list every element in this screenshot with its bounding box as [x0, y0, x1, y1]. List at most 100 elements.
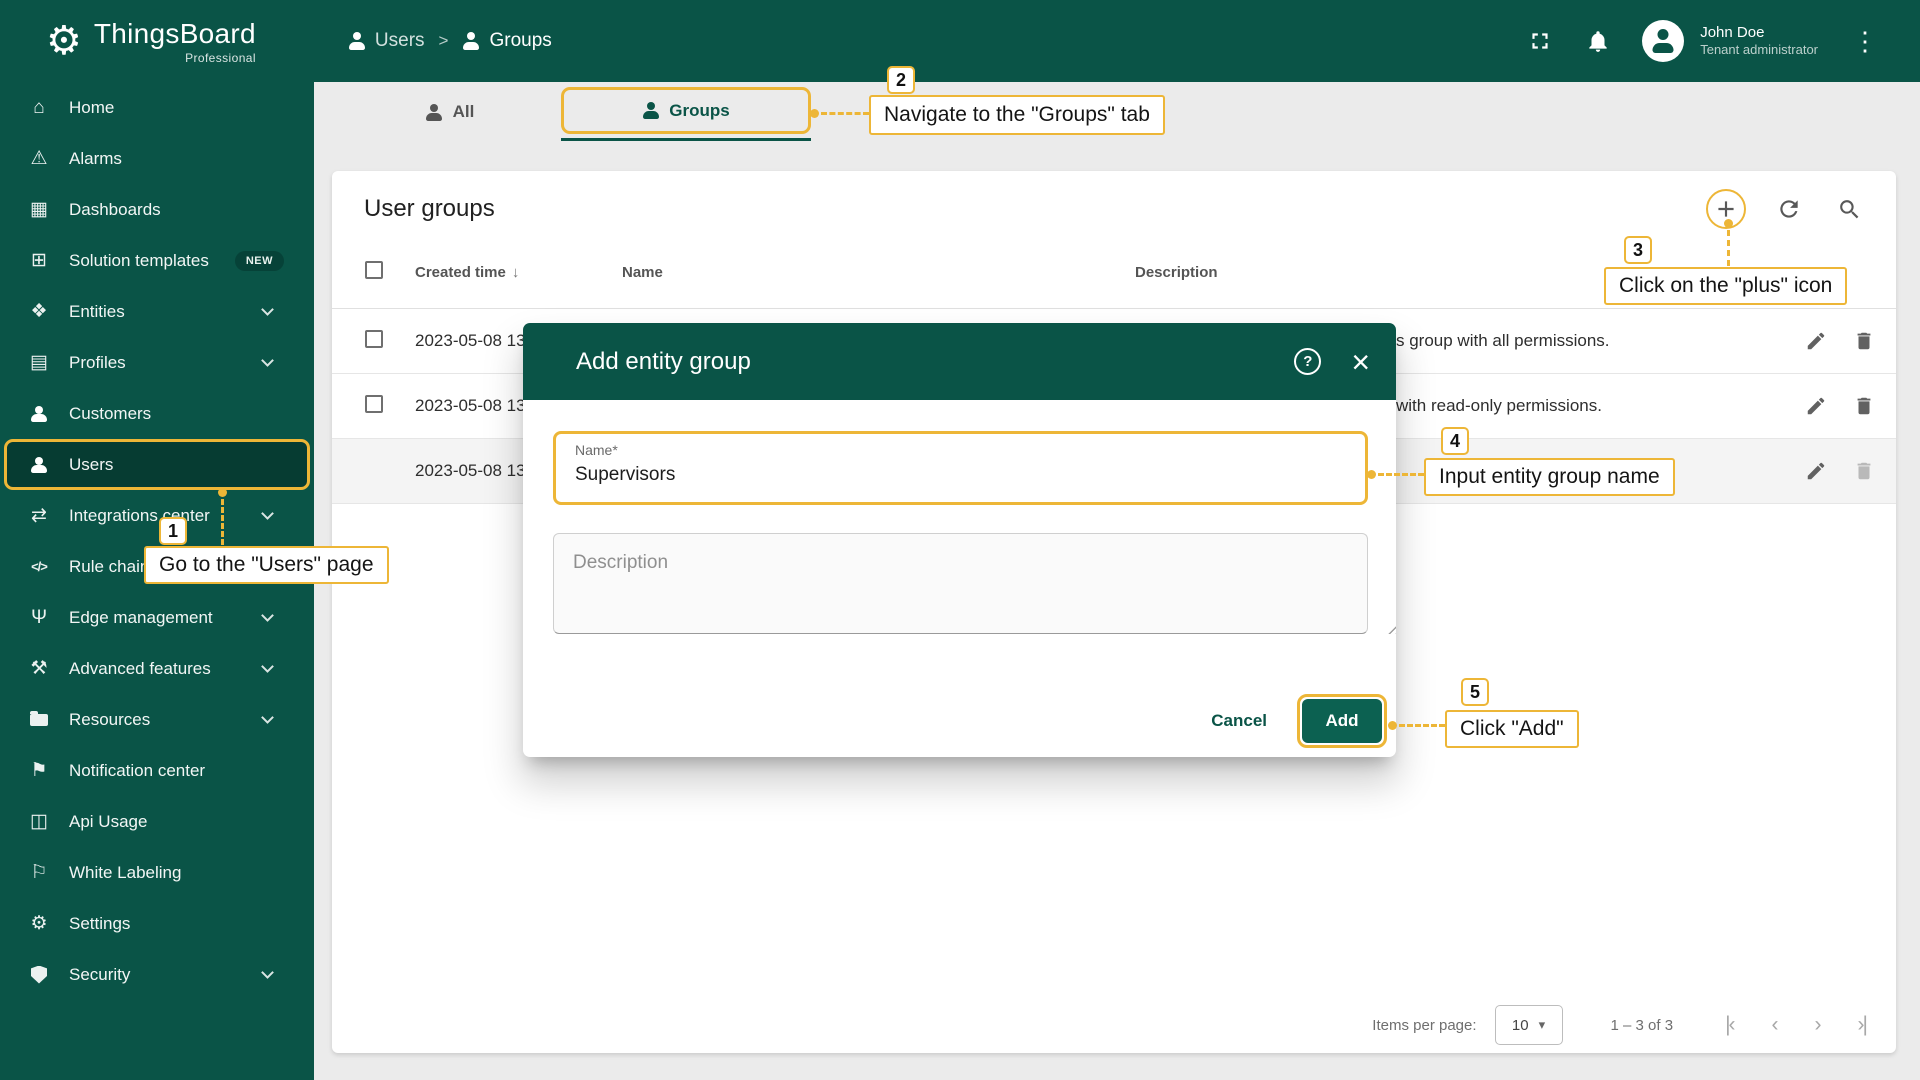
entities-icon: ❖	[30, 301, 48, 322]
sidebar-item-rule-chains[interactable]: </> Rule chains	[0, 541, 314, 592]
page-title: User groups	[364, 195, 495, 222]
close-icon[interactable]: ×	[1351, 346, 1370, 378]
description-textarea[interactable]	[553, 533, 1368, 634]
previous-page-icon[interactable]: ‹	[1772, 1013, 1779, 1037]
sidebar-item-resources[interactable]: Resources	[0, 694, 314, 745]
chevron-down-icon	[261, 303, 274, 316]
security-shield-icon	[24, 965, 54, 984]
delete-trash-icon	[1852, 459, 1876, 483]
sidebar-item-home[interactable]: ⌂ Home	[0, 82, 314, 133]
sidebar-item-white-labeling[interactable]: ⚐ White Labeling	[0, 847, 314, 898]
solution-templates-icon: ⊞	[31, 250, 47, 271]
edit-pencil-icon[interactable]	[1804, 394, 1828, 418]
column-created-time[interactable]: Created time ↓	[415, 264, 622, 281]
breadcrumb-separator: >	[438, 31, 449, 50]
sidebar-item-advanced-features[interactable]: ⚒ Advanced features	[0, 643, 314, 694]
breadcrumb-users[interactable]: Users	[348, 30, 425, 52]
chevron-down-icon	[261, 711, 274, 724]
pagination-range: 1 – 3 of 3	[1610, 1016, 1674, 1034]
next-page-icon[interactable]: ›	[1815, 1013, 1822, 1037]
tab-all[interactable]: All	[392, 90, 508, 134]
help-icon[interactable]: ?	[1294, 348, 1322, 375]
edit-pencil-icon[interactable]	[1804, 459, 1828, 483]
settings-gear-icon: ⚙	[30, 913, 48, 934]
caret-down-icon: ▾	[1538, 1017, 1546, 1032]
column-description[interactable]: Description	[1135, 264, 1726, 281]
sidebar-item-alarms[interactable]: ⚠ Alarms	[0, 133, 314, 184]
breadcrumb-users-label: Users	[374, 30, 425, 51]
name-input[interactable]	[575, 464, 1335, 486]
rule-chains-icon: </>	[31, 559, 48, 574]
sidebar-item-customers[interactable]: Customers	[0, 388, 314, 439]
profiles-icon: ▤	[30, 352, 48, 373]
kebab-menu-icon[interactable]: ⋮	[1848, 26, 1882, 57]
refresh-button[interactable]	[1772, 192, 1806, 226]
first-page-icon[interactable]: |‹	[1725, 1013, 1736, 1037]
chevron-down-icon	[261, 354, 274, 367]
sidebar-item-dashboards[interactable]: ▦ Dashboards	[0, 184, 314, 235]
resize-grip-icon	[1386, 622, 1396, 634]
chevron-down-icon	[261, 966, 274, 979]
delete-trash-icon[interactable]	[1852, 329, 1876, 353]
row-checkbox[interactable]	[365, 394, 383, 413]
column-name[interactable]: Name	[622, 264, 1135, 281]
sidebar-item-edge-management[interactable]: Ψ Edge management	[0, 592, 314, 643]
breadcrumb: Users > Groups	[348, 30, 552, 52]
row-checkbox[interactable]	[365, 329, 383, 348]
white-labeling-icon: ⚐	[30, 862, 48, 883]
breadcrumb-groups[interactable]: Groups	[462, 30, 551, 52]
sidebar-item-notification-center[interactable]: ⚑ Notification center	[0, 745, 314, 796]
resources-folder-icon	[24, 710, 54, 726]
integrations-icon: ⇄	[31, 505, 47, 526]
items-per-page-label: Items per page:	[1372, 1016, 1477, 1034]
user-name: John Doe	[1700, 23, 1765, 41]
avatar[interactable]	[1642, 20, 1685, 62]
sidebar-item-solution-templates[interactable]: ⊞ Solution templates NEW	[0, 235, 314, 286]
edit-pencil-icon[interactable]	[1804, 329, 1828, 353]
logo-gear-icon: ⚙	[46, 19, 82, 63]
tab-bar: All Groups	[314, 82, 1920, 141]
tab-groups[interactable]: Groups	[561, 87, 811, 134]
chevron-down-icon	[261, 507, 274, 520]
top-header: ⚙ ThingsBoard Professional Users > Group…	[0, 0, 1920, 82]
last-page-icon[interactable]: ›|	[1858, 1013, 1869, 1037]
users-icon	[24, 457, 54, 473]
cancel-button[interactable]: Cancel	[1205, 703, 1273, 739]
breadcrumb-groups-label: Groups	[489, 30, 552, 51]
customers-icon	[24, 406, 54, 422]
api-usage-icon: ◫	[30, 811, 48, 832]
select-all-checkbox[interactable]	[365, 261, 383, 279]
advanced-features-icon: ⚒	[30, 658, 48, 679]
user-role: Tenant administrator	[1700, 42, 1818, 58]
app-title: ThingsBoard	[93, 17, 256, 49]
delete-trash-icon[interactable]	[1852, 394, 1876, 418]
fullscreen-icon[interactable]	[1526, 27, 1554, 55]
sidebar-item-integrations-center[interactable]: ⇄ Integrations center	[0, 490, 314, 541]
notification-flag-icon: ⚑	[30, 760, 48, 781]
sidebar-item-profiles[interactable]: ▤ Profiles	[0, 337, 314, 388]
new-badge: NEW	[234, 250, 284, 271]
sidebar-item-users[interactable]: Users	[4, 439, 310, 490]
dialog-title: Add entity group	[576, 347, 751, 375]
edge-management-icon: Ψ	[31, 606, 47, 628]
app-logo: ⚙ ThingsBoard Professional	[46, 18, 256, 65]
sidebar-item-settings[interactable]: ⚙ Settings	[0, 898, 314, 949]
home-icon: ⌂	[33, 96, 45, 118]
avatar-person-icon	[1651, 29, 1675, 53]
add-button[interactable]: Add	[1302, 699, 1382, 743]
notifications-bell-icon[interactable]	[1584, 27, 1612, 55]
items-per-page-select[interactable]: 10 ▾	[1494, 1005, 1563, 1045]
pagination-bar: Items per page: 10 ▾ 1 – 3 of 3 |‹ ‹ › ›…	[332, 997, 1896, 1053]
alarms-icon: ⚠	[30, 148, 48, 169]
add-button-highlight: Add	[1297, 694, 1387, 748]
app-subtitle: Professional	[185, 50, 256, 65]
all-tab-icon	[426, 104, 443, 121]
search-button[interactable]	[1832, 192, 1866, 226]
sidebar-item-entities[interactable]: ❖ Entities	[0, 286, 314, 337]
sidebar-item-security[interactable]: Security	[0, 949, 314, 1000]
users-icon	[348, 32, 366, 50]
add-entity-group-button[interactable]	[1706, 189, 1746, 229]
name-field-label: Name*	[575, 442, 618, 458]
sidebar-item-api-usage[interactable]: ◫ Api Usage	[0, 796, 314, 847]
chevron-down-icon	[261, 609, 274, 622]
